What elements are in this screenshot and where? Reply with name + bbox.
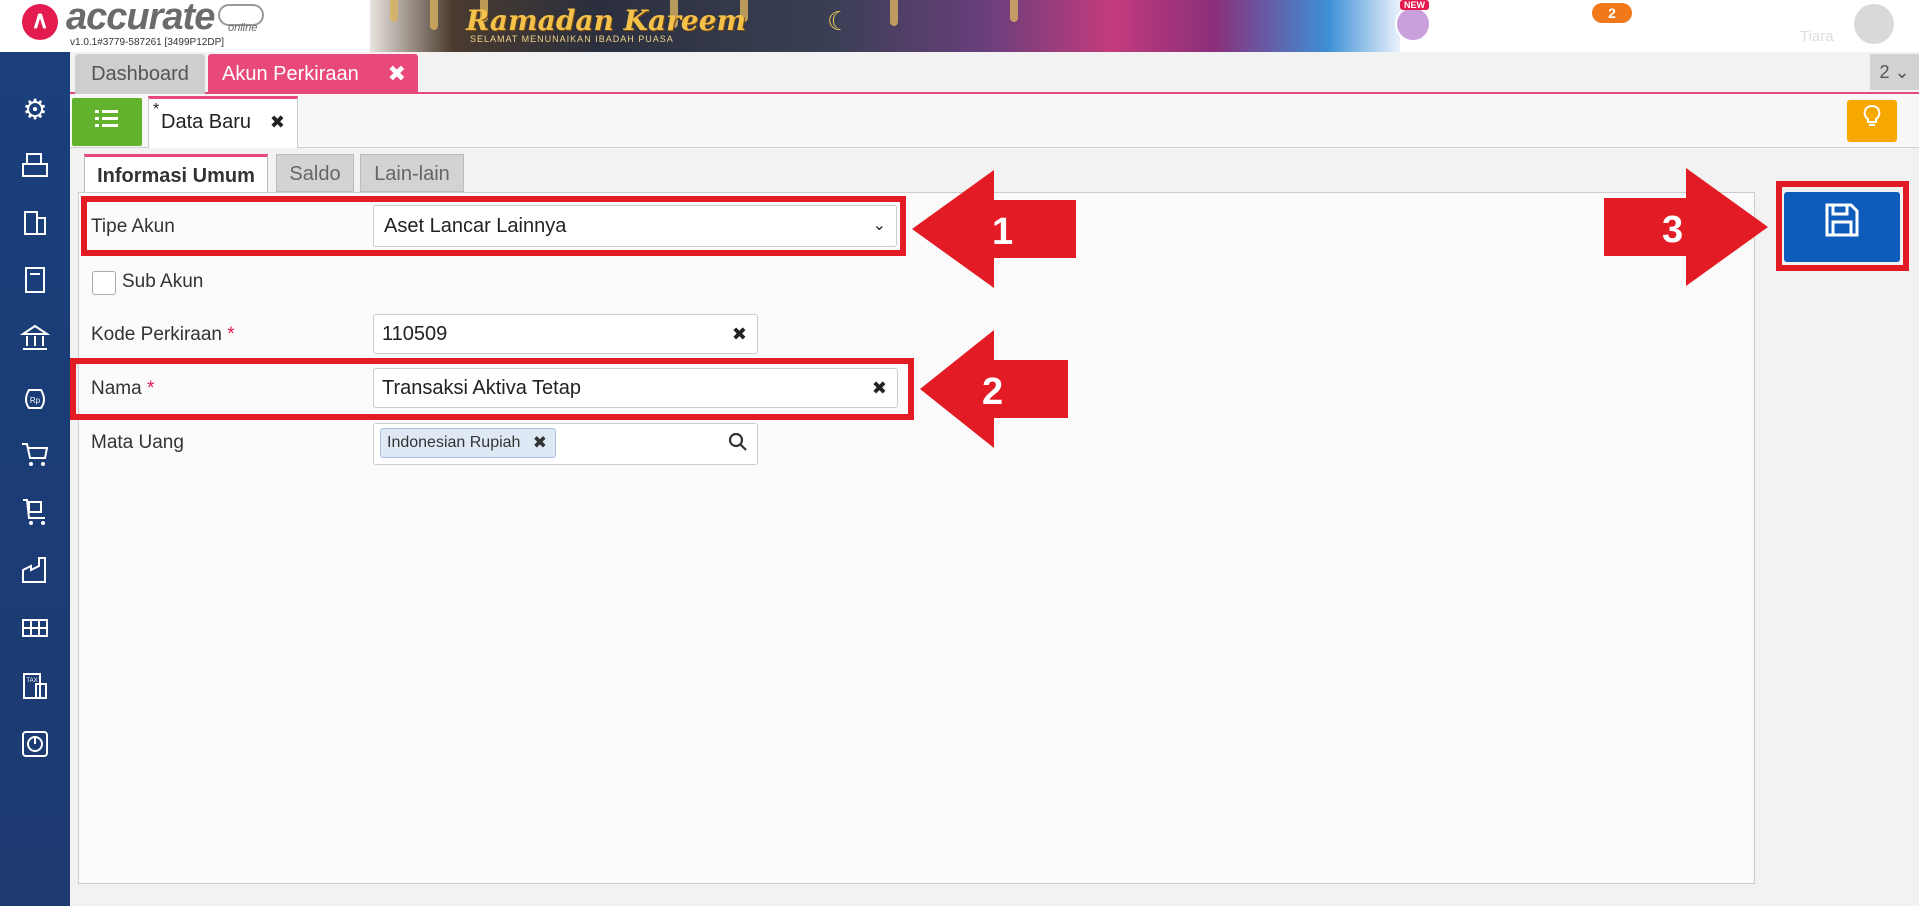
- clear-icon[interactable]: ✖: [732, 315, 747, 353]
- building-icon[interactable]: [15, 206, 55, 246]
- new-badge: NEW: [1400, 0, 1429, 10]
- brand-name: accurate: [66, 0, 215, 38]
- user-name: Tiara: [1800, 28, 1834, 45]
- sub-akun-label: Sub Akun: [122, 271, 204, 292]
- cart-box-icon[interactable]: [15, 496, 55, 536]
- annotation-highlight-3: [1776, 181, 1909, 271]
- close-icon[interactable]: ✖: [270, 99, 285, 145]
- tab-count-dropdown[interactable]: 2 ⌄: [1870, 54, 1919, 90]
- modified-marker: *: [153, 101, 160, 118]
- kode-perkiraan-value: 110509: [382, 323, 448, 345]
- brand-sub: online: [228, 22, 258, 34]
- annotation-number-2: 2: [982, 371, 1003, 413]
- annotation-arrow-3: 3: [1604, 168, 1768, 286]
- gear-icon[interactable]: ⚙: [15, 90, 55, 130]
- kode-perkiraan-label-text: Kode Perkiraan: [91, 324, 222, 345]
- required-marker: *: [227, 324, 235, 345]
- document-bar: * Data Baru ✖: [70, 94, 1919, 148]
- notification-badge: 2: [1592, 3, 1632, 23]
- accurate-logo-icon[interactable]: ∧: [22, 4, 58, 40]
- company-name[interactable]: Fifi Fashion: [1722, 2, 1836, 28]
- sub-akun-checkbox[interactable]: [92, 271, 116, 295]
- ramadan-banner: Ramadan Kareem SELAMAT MENUNAIKAN IBADAH…: [370, 0, 1400, 52]
- tax-icon[interactable]: TAX: [15, 670, 55, 710]
- tab-lain-lain[interactable]: Lain-lain: [360, 154, 464, 192]
- annotation-arrow-2: 2: [920, 330, 1068, 448]
- annotation-number-3: 3: [1662, 209, 1683, 251]
- new-feature-avatar[interactable]: [1395, 6, 1431, 42]
- remove-chip-icon[interactable]: ✖: [533, 429, 547, 457]
- app-header: Ramadan Kareem SELAMAT MENUNAIKAN IBADAH…: [0, 0, 1919, 52]
- lightbulb-icon[interactable]: [1847, 100, 1897, 142]
- kode-perkiraan-label: Kode Perkiraan *: [91, 324, 235, 346]
- doc-tab-label: Data Baru: [161, 111, 252, 133]
- bank-icon[interactable]: [15, 322, 55, 362]
- help-icon[interactable]: ?: [1522, 8, 1558, 44]
- version-text: v1.0.1#3779-587261 [3499P12DP]: [70, 37, 225, 48]
- annotation-highlight-1: [81, 196, 906, 256]
- annotation-arrow-1: 1: [912, 170, 1076, 288]
- mata-uang-label: Mata Uang: [91, 432, 184, 453]
- module-tabs: Dashboard Akun Perkiraan ✖ 2 ⌄: [70, 52, 1919, 94]
- chevron-down-icon[interactable]: ⌄: [1898, 10, 1911, 30]
- tab-informasi-umum[interactable]: Informasi Umum: [84, 154, 268, 194]
- annotation-number-1: 1: [992, 211, 1013, 253]
- ledger-icon[interactable]: [15, 264, 55, 304]
- form-panel: [78, 192, 1755, 884]
- moon-icon: ☾: [827, 6, 851, 36]
- list-view-button[interactable]: [72, 98, 142, 146]
- doc-tab-data-baru[interactable]: * Data Baru ✖: [148, 96, 298, 148]
- search-icon[interactable]: [728, 432, 748, 458]
- currency-chip-label: Indonesian Rupiah: [387, 434, 521, 451]
- warehouse-icon[interactable]: [15, 612, 55, 652]
- report-icon[interactable]: [15, 728, 55, 768]
- svg-text:Rp: Rp: [30, 396, 41, 405]
- sidebar: ⚙ Rp TAX: [0, 52, 70, 906]
- svg-text:TAX: TAX: [26, 678, 37, 684]
- tab-dashboard[interactable]: Dashboard: [75, 54, 205, 94]
- svg-text:?: ?: [1536, 14, 1545, 30]
- banner-subtitle: SELAMAT MENUNAIKAN IBADAH PUASA: [470, 34, 674, 44]
- currency-chip: Indonesian Rupiah ✖: [380, 428, 556, 458]
- tab-akun-perkiraan-label: Akun Perkiraan: [222, 63, 359, 85]
- factory-icon[interactable]: [15, 554, 55, 594]
- banner-title: Ramadan Kareem: [466, 4, 747, 37]
- tab-akun-perkiraan[interactable]: Akun Perkiraan ✖: [208, 54, 418, 94]
- cart-icon[interactable]: [15, 438, 55, 478]
- kode-perkiraan-input[interactable]: 110509 ✖: [373, 314, 758, 354]
- user-avatar[interactable]: [1852, 2, 1896, 46]
- annotation-highlight-2: [70, 358, 914, 420]
- search-icon[interactable]: [1460, 8, 1496, 44]
- close-icon[interactable]: ✖: [388, 54, 406, 94]
- money-bag-icon[interactable]: Rp: [15, 380, 55, 420]
- cash-register-icon[interactable]: [15, 148, 55, 188]
- tab-saldo[interactable]: Saldo: [276, 154, 354, 192]
